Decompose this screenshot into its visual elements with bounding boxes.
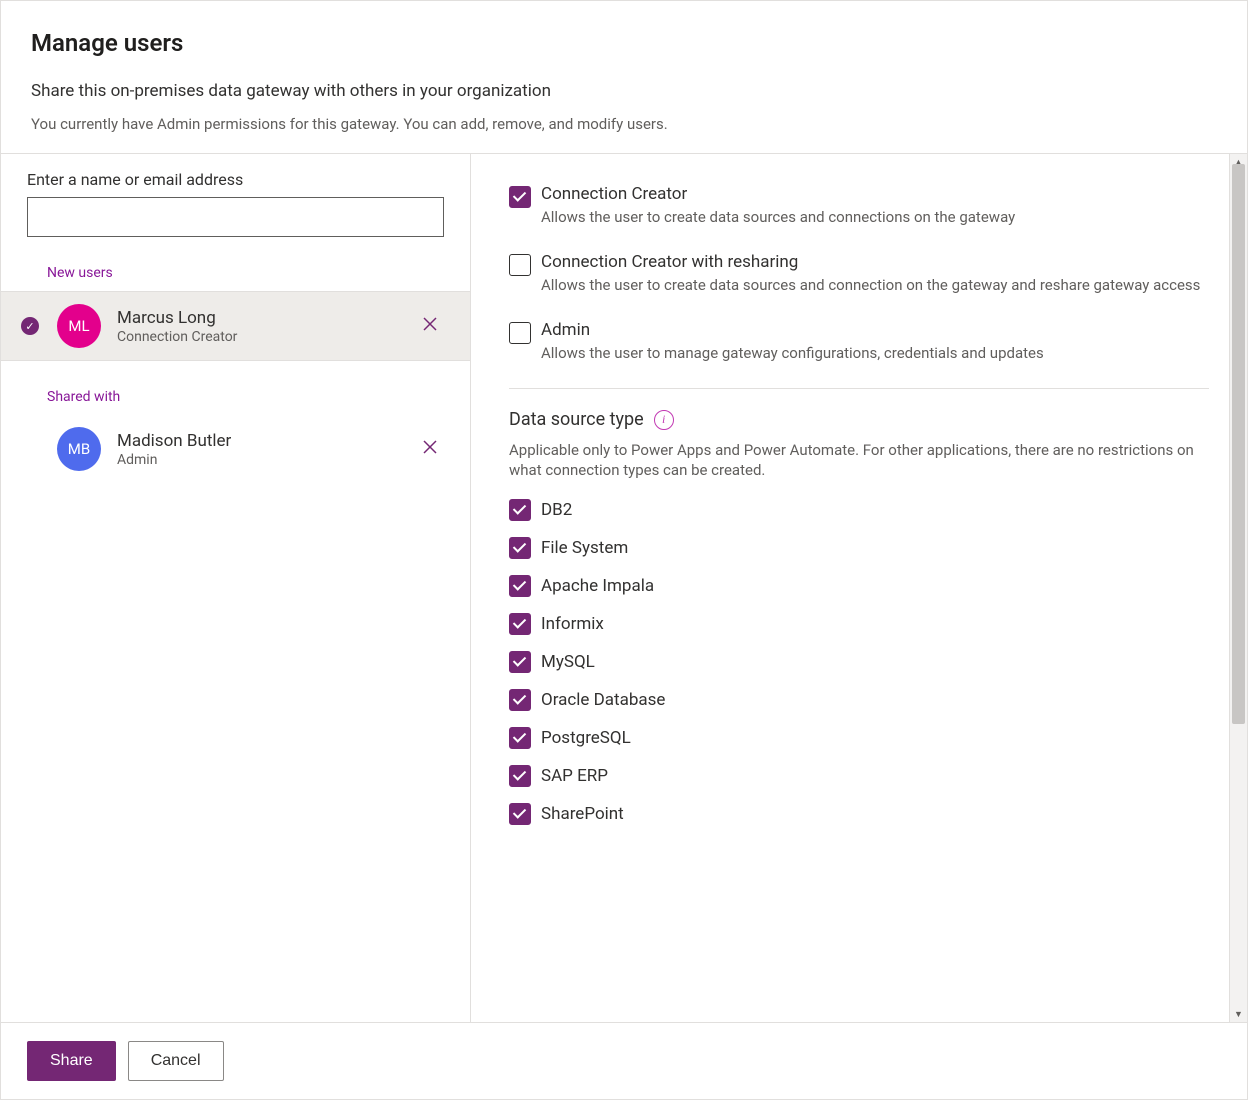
- permission-checkbox[interactable]: [509, 322, 531, 344]
- data-source-heading: Data source type i: [509, 409, 1209, 430]
- shared-with-list: MB Madison ButlerAdmin: [1, 415, 470, 483]
- remove-icon: [422, 439, 438, 455]
- name-input[interactable]: [27, 197, 444, 237]
- permission-description: Allows the user to create data sources a…: [541, 276, 1200, 294]
- user-role: Admin: [117, 452, 416, 468]
- user-text: Marcus LongConnection Creator: [117, 308, 416, 345]
- dialog-title: Manage users: [31, 29, 1217, 57]
- data-source-row: SharePoint: [509, 803, 1209, 825]
- data-source-row: DB2: [509, 499, 1209, 521]
- user-role: Connection Creator: [117, 329, 416, 345]
- permission-text: Admin Allows the user to manage gateway c…: [541, 320, 1044, 362]
- dialog-header: Manage users Share this on-premises data…: [1, 1, 1247, 154]
- remove-user-button[interactable]: [416, 433, 444, 465]
- remove-user-button[interactable]: [416, 310, 444, 342]
- dialog-subtitle: Share this on-premises data gateway with…: [31, 81, 1217, 101]
- data-source-checkbox[interactable]: [509, 613, 531, 635]
- data-source-row: File System: [509, 537, 1209, 559]
- data-source-title: Data source type: [509, 409, 644, 430]
- avatar: MB: [57, 427, 101, 471]
- data-source-row: Informix: [509, 613, 1209, 635]
- avatar: ML: [57, 304, 101, 348]
- data-source-checkbox[interactable]: [509, 689, 531, 711]
- permission-description: Allows the user to create data sources a…: [541, 208, 1015, 226]
- user-row[interactable]: MB Madison ButlerAdmin: [1, 415, 470, 483]
- scroll-down-arrow[interactable]: ▼: [1230, 1006, 1247, 1022]
- manage-users-dialog: Manage users Share this on-premises data…: [0, 0, 1248, 1100]
- permission-checkbox[interactable]: [509, 186, 531, 208]
- permission-text: Connection Creator Allows the user to cre…: [541, 184, 1015, 226]
- dialog-footer: Share Cancel: [1, 1022, 1247, 1099]
- data-source-label: MySQL: [541, 652, 595, 672]
- close-button[interactable]: [1195, 27, 1217, 49]
- permission-checkbox[interactable]: [509, 254, 531, 276]
- data-source-list: DB2 File System Apache Impala Informix MySQL…: [509, 499, 1209, 825]
- cancel-button[interactable]: Cancel: [128, 1041, 224, 1081]
- user-name: Madison Butler: [117, 431, 416, 451]
- permission-title: Admin: [541, 320, 1044, 340]
- data-source-label: File System: [541, 538, 628, 558]
- permissions-list: Connection Creator Allows the user to cre…: [509, 184, 1209, 362]
- share-button[interactable]: Share: [27, 1041, 116, 1081]
- data-source-row: PostgreSQL: [509, 727, 1209, 749]
- data-source-row: MySQL: [509, 651, 1209, 673]
- data-source-row: SAP ERP: [509, 765, 1209, 787]
- user-row[interactable]: ✓ ML Marcus LongConnection Creator: [1, 291, 470, 361]
- left-pane: Enter a name or email address New users …: [1, 154, 471, 1022]
- scrollbar[interactable]: ▲ ▼: [1229, 154, 1247, 1022]
- data-source-label: Oracle Database: [541, 690, 665, 710]
- data-source-label: DB2: [541, 500, 572, 520]
- info-icon[interactable]: i: [654, 410, 674, 430]
- dialog-body: Enter a name or email address New users …: [1, 154, 1247, 1022]
- permission-row: Connection Creator Allows the user to cre…: [509, 184, 1209, 226]
- data-source-note: Applicable only to Power Apps and Power …: [509, 440, 1209, 481]
- data-source-checkbox[interactable]: [509, 575, 531, 597]
- data-source-checkbox[interactable]: [509, 651, 531, 673]
- new-users-list: ✓ ML Marcus LongConnection Creator: [1, 291, 470, 361]
- permission-title: Connection Creator: [541, 184, 1015, 204]
- shared-with-heading: Shared with: [1, 361, 470, 415]
- data-source-checkbox[interactable]: [509, 499, 531, 521]
- user-text: Madison ButlerAdmin: [117, 431, 416, 468]
- data-source-label: Apache Impala: [541, 576, 654, 596]
- data-source-label: PostgreSQL: [541, 728, 631, 748]
- permission-row: Connection Creator with resharing Allows …: [509, 252, 1209, 294]
- user-name: Marcus Long: [117, 308, 416, 328]
- close-icon: [1195, 27, 1217, 49]
- divider: [509, 388, 1209, 389]
- data-source-row: Apache Impala: [509, 575, 1209, 597]
- permission-text: Connection Creator with resharing Allows …: [541, 252, 1200, 294]
- data-source-label: SharePoint: [541, 804, 624, 824]
- data-source-checkbox[interactable]: [509, 537, 531, 559]
- data-source-row: Oracle Database: [509, 689, 1209, 711]
- permission-description: Allows the user to manage gateway config…: [541, 344, 1044, 362]
- data-source-checkbox[interactable]: [509, 765, 531, 787]
- new-users-heading: New users: [1, 237, 470, 291]
- data-source-label: SAP ERP: [541, 766, 608, 786]
- data-source-checkbox[interactable]: [509, 727, 531, 749]
- data-source-label: Informix: [541, 614, 604, 634]
- permission-row: Admin Allows the user to manage gateway c…: [509, 320, 1209, 362]
- data-source-checkbox[interactable]: [509, 803, 531, 825]
- right-pane: Connection Creator Allows the user to cre…: [471, 154, 1247, 1022]
- remove-icon: [422, 316, 438, 332]
- selected-check-icon: ✓: [21, 317, 39, 335]
- dialog-permission-note: You currently have Admin permissions for…: [31, 115, 1217, 133]
- name-input-label: Enter a name or email address: [1, 170, 470, 197]
- permission-title: Connection Creator with resharing: [541, 252, 1200, 272]
- scrollbar-thumb[interactable]: [1232, 164, 1245, 724]
